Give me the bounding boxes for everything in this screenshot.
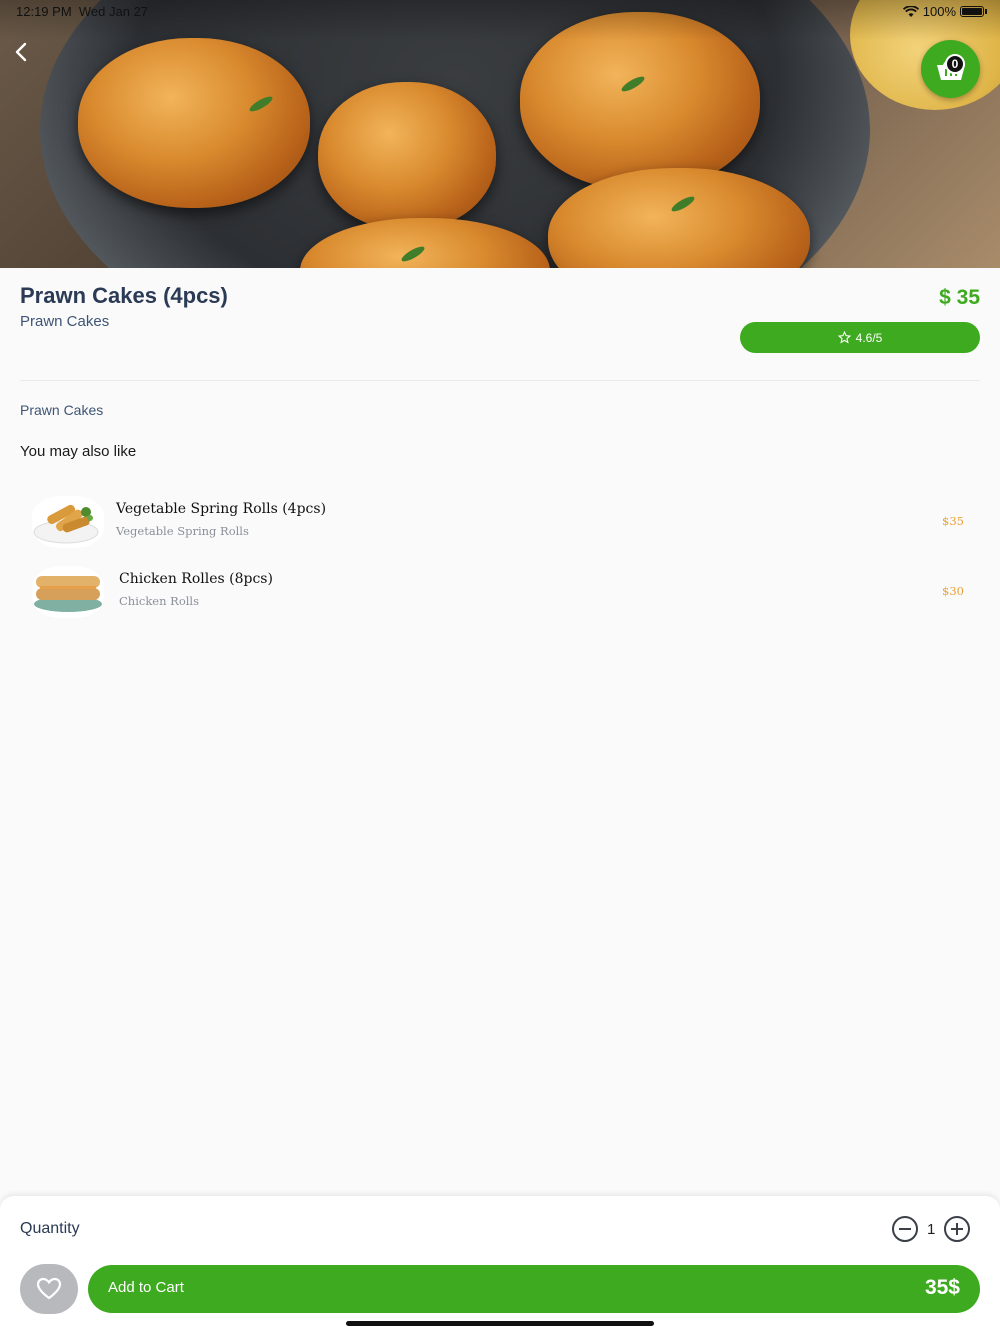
rating-text: 4.6/5 xyxy=(855,330,883,345)
cart-button[interactable]: 0 xyxy=(921,40,980,98)
cart-total: 35$ xyxy=(924,1276,960,1299)
suggestion-name: Vegetable Spring Rolls (4pcs) xyxy=(116,501,327,517)
back-icon xyxy=(15,42,27,62)
heart-icon xyxy=(36,1277,62,1300)
suggestion-item[interactable]: Vegetable Spring Rolls (4pcs) Vegetable … xyxy=(32,496,980,552)
product-description: Prawn Cakes xyxy=(20,402,104,418)
quantity-stepper: 1 xyxy=(892,1216,970,1242)
product-title: Prawn Cakes (4pcs) xyxy=(20,283,228,308)
product-price: $ 35 xyxy=(939,286,980,309)
add-to-cart-button[interactable]: Add to Cart 35$ xyxy=(88,1265,980,1313)
increase-quantity-button[interactable] xyxy=(944,1216,970,1242)
quantity-label: Quantity xyxy=(20,1220,80,1237)
rating-badge[interactable]: 4.6/5 xyxy=(740,322,980,353)
status-time: 12:19 PM Wed Jan 27 xyxy=(16,4,148,19)
suggestions-title: You may also like xyxy=(20,443,137,460)
chicken-rolls-thumbnail xyxy=(32,566,104,618)
battery-fill xyxy=(962,8,982,15)
spring-rolls-thumbnail xyxy=(32,496,104,548)
product-hero-image xyxy=(0,0,1000,268)
prawn-cake-graphic xyxy=(78,38,310,208)
status-date-text: Wed Jan 27 xyxy=(78,4,149,19)
add-to-cart-label: Add to Cart xyxy=(108,1279,184,1296)
battery-icon xyxy=(960,6,987,17)
decrease-quantity-button[interactable] xyxy=(892,1216,918,1242)
back-button[interactable] xyxy=(8,38,38,68)
battery-percent: 100% xyxy=(922,4,956,19)
wifi-icon xyxy=(902,5,919,17)
status-right: 100% xyxy=(902,4,987,19)
prawn-cake-graphic xyxy=(318,82,496,230)
suggestion-name: Chicken Rolles (8pcs) xyxy=(119,571,273,587)
suggestion-price: $30 xyxy=(942,584,964,598)
suggestion-item[interactable]: Chicken Rolles (8pcs) Chicken Rolls $30 xyxy=(32,566,980,622)
star-icon xyxy=(837,331,851,344)
favorite-button[interactable] xyxy=(20,1264,78,1314)
divider xyxy=(20,380,980,381)
bottom-panel: Quantity 1 Add to Cart 35$ xyxy=(0,1196,1000,1334)
suggestion-price: $35 xyxy=(942,514,964,528)
status-bar: 12:19 PM Wed Jan 27 100% xyxy=(0,0,1000,24)
suggestion-description: Vegetable Spring Rolls xyxy=(116,524,249,538)
cart-count-badge: 0 xyxy=(945,54,965,74)
product-subtitle: Prawn Cakes xyxy=(20,313,110,330)
quantity-value: 1 xyxy=(927,1220,936,1238)
suggestion-description: Chicken Rolls xyxy=(119,594,200,608)
home-indicator[interactable] xyxy=(346,1321,654,1326)
status-time-text: 12:19 PM xyxy=(16,4,72,19)
